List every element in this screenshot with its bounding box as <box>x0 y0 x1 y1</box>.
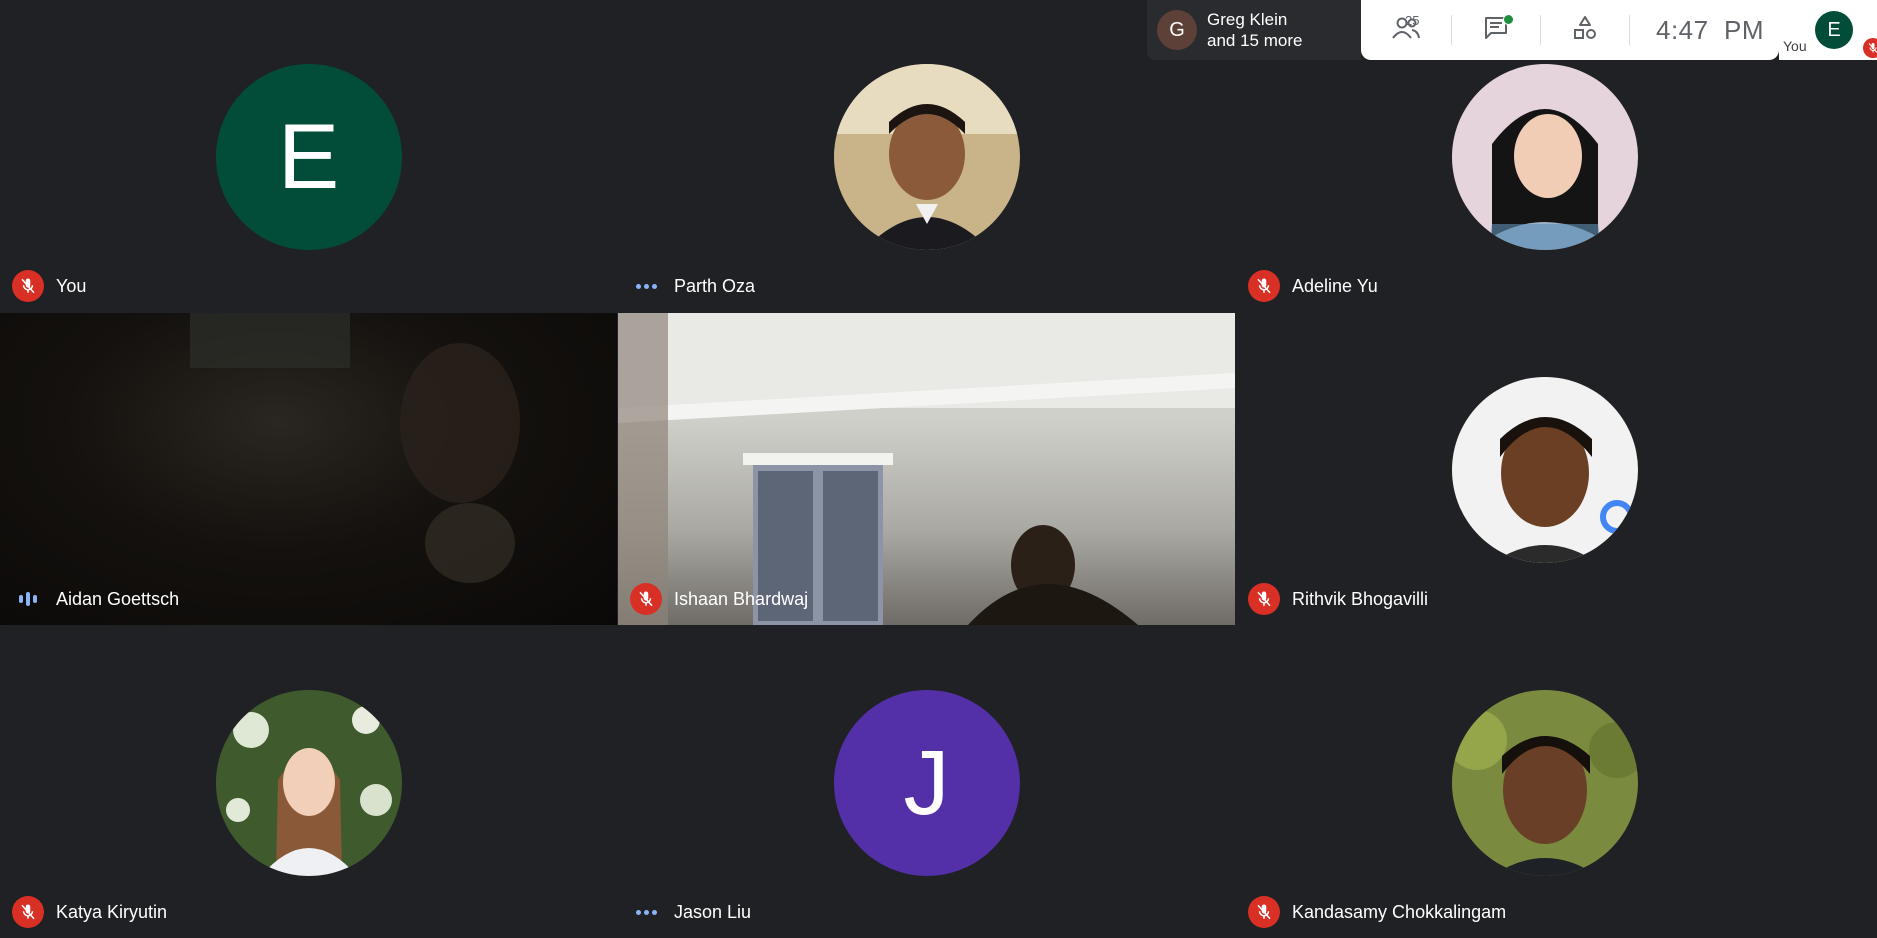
mic-off-icon <box>12 896 44 928</box>
right-edge <box>1855 60 1877 928</box>
avatar: E <box>215 64 402 250</box>
name-row: Parth Oza <box>630 270 755 302</box>
participant-tile-you[interactable]: E You <box>0 0 617 312</box>
participant-name: You <box>56 275 87 296</box>
avatar <box>1451 690 1638 876</box>
name-row: Katya Kiryutin <box>12 896 167 928</box>
participant-name: Ishaan Bhardwaj <box>674 588 809 609</box>
avatar <box>215 690 402 876</box>
avatar: J <box>833 690 1020 876</box>
participant-name: Rithvik Bhogavilli <box>1292 588 1429 609</box>
unread-indicator <box>1503 14 1514 25</box>
chat-button[interactable] <box>1452 0 1540 60</box>
participant-name: Jason Liu <box>674 901 752 922</box>
people-count: 25 <box>1405 13 1420 28</box>
participant-name: Aidan Goettsch <box>56 588 180 609</box>
name-row: Aidan Goettsch <box>12 583 179 615</box>
participant-tile-kandasamy-chokkalingam[interactable]: Kandasamy Chokkalingam <box>1236 626 1853 938</box>
avatar <box>833 64 1020 250</box>
video-feed <box>190 313 520 583</box>
name-row: Jason Liu <box>630 896 751 928</box>
participant-tile-rithvik-bhogavilli[interactable]: Rithvik Bhogavilli <box>1236 313 1853 625</box>
participant-tile-ishaan-bhardwaj[interactable]: Ishaan Bhardwaj <box>618 313 1235 625</box>
participant-name: Katya Kiryutin <box>56 901 168 922</box>
participant-tile-jason-liu[interactable]: J Jason Liu <box>618 626 1235 938</box>
meeting-clock: 4:47 PM <box>1656 14 1765 45</box>
activities-icon <box>1572 15 1598 46</box>
video-feed <box>618 313 1235 625</box>
participant-name: Kandasamy Chokkalingam <box>1292 901 1507 922</box>
self-view-chip[interactable]: E You <box>1779 0 1877 60</box>
participant-name: Adeline Yu <box>1292 275 1378 296</box>
self-label: You <box>1783 38 1807 54</box>
name-row: Adeline Yu <box>1248 270 1378 302</box>
more-options-icon <box>630 896 662 928</box>
presenter-name: Greg Klein <box>1207 10 1288 29</box>
activities-button[interactable] <box>1541 0 1629 60</box>
participant-tile-parth-oza[interactable]: Parth Oza <box>618 0 1235 312</box>
mic-off-icon <box>1863 38 1877 58</box>
presenter-more: and 15 more <box>1207 31 1303 50</box>
presenter-chip[interactable]: G Greg Klein and 15 more <box>1147 0 1361 60</box>
participant-name: Parth Oza <box>674 275 756 296</box>
name-row: You <box>12 270 86 302</box>
participant-tile-katya-kiryutin[interactable]: Katya Kiryutin <box>0 626 617 938</box>
mic-off-icon <box>630 583 662 615</box>
people-button[interactable]: 25 <box>1361 0 1451 60</box>
avatar <box>1451 377 1638 563</box>
mic-off-icon <box>12 270 44 302</box>
speaking-indicator-icon <box>12 583 44 615</box>
presenter-label: Greg Klein and 15 more <box>1207 9 1302 51</box>
avatar: G <box>1157 10 1197 50</box>
more-options-icon <box>630 270 662 302</box>
participant-tile-aidan-goettsch[interactable]: Aidan Goettsch <box>0 313 617 625</box>
name-row: Kandasamy Chokkalingam <box>1248 896 1506 928</box>
mic-off-icon <box>1248 583 1280 615</box>
name-row: Ishaan Bhardwaj <box>630 583 808 615</box>
mic-off-icon <box>1248 896 1280 928</box>
avatar <box>1451 64 1638 250</box>
name-row: Rithvik Bhogavilli <box>1248 583 1428 615</box>
mic-off-icon <box>1248 270 1280 302</box>
meeting-toolbar: 25 4:47 PM <box>1361 0 1779 60</box>
avatar: E <box>1815 11 1853 49</box>
participant-grid: E You Parth Oza Adeline Yu Aidan Goettsc… <box>0 0 1855 938</box>
